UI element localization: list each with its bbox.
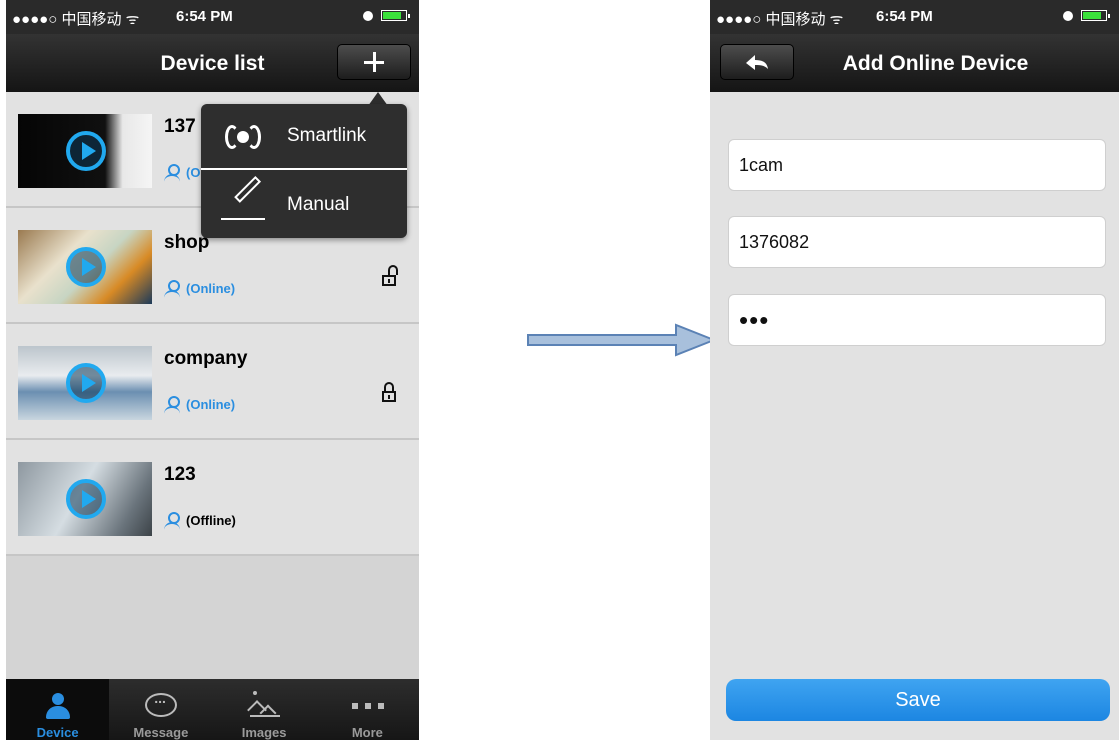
menu-item-label: Manual: [287, 194, 350, 215]
status-icons: [1063, 10, 1110, 21]
unlock-icon[interactable]: [382, 265, 398, 286]
status-text: (Offline): [186, 512, 236, 528]
page-title: Add Online Device: [842, 52, 1029, 75]
device-thumbnail[interactable]: [18, 346, 152, 420]
status-text: (Online): [186, 280, 236, 296]
user-icon: [164, 164, 180, 180]
user-icon: [164, 396, 180, 412]
add-device-popup-menu: Smartlink Manual: [201, 104, 407, 238]
tab-label: Images: [241, 725, 287, 740]
device-id-input[interactable]: [728, 216, 1106, 268]
device-status: (Offline): [164, 512, 236, 528]
chat-bubble-icon: [145, 690, 178, 717]
transition-arrow-icon: [527, 323, 716, 357]
add-device-screen: ●●●●○ 中国移动 ᯤ 6:54 PM Add Online Device S…: [710, 0, 1119, 740]
play-icon[interactable]: [66, 247, 106, 287]
device-name: company: [164, 348, 248, 369]
user-icon: [164, 280, 180, 296]
nav-bar: Add Online Device: [710, 34, 1119, 92]
menu-item-smartlink[interactable]: Smartlink: [201, 104, 407, 170]
device-thumbnail[interactable]: [18, 230, 152, 304]
nav-bar: Device list: [6, 34, 419, 92]
device-thumbnail[interactable]: [18, 114, 152, 188]
alarm-icon: [1063, 10, 1073, 21]
device-row-company[interactable]: company (Online): [6, 324, 419, 440]
save-button[interactable]: Save: [726, 679, 1110, 721]
tab-images[interactable]: Images: [213, 679, 316, 740]
tab-device[interactable]: Device: [6, 679, 110, 740]
status-icons: [363, 10, 410, 21]
play-icon[interactable]: [66, 131, 106, 171]
tab-more[interactable]: More: [316, 679, 419, 740]
tab-message[interactable]: Message: [109, 679, 212, 740]
carrier-label: ●●●●○ 中国移动 ᯤ: [716, 11, 844, 28]
password-input[interactable]: [728, 294, 1106, 346]
plus-icon: [364, 52, 384, 72]
tab-label: Device: [36, 725, 79, 740]
radio-waves-icon: [221, 123, 265, 151]
device-name: 137: [164, 116, 196, 137]
play-icon[interactable]: [66, 479, 106, 519]
more-dots-icon: [351, 703, 384, 709]
image-icon: [246, 691, 280, 722]
user-icon: [164, 512, 180, 528]
tab-label: Message: [133, 725, 189, 740]
alarm-icon: [363, 10, 373, 21]
carrier-label: ●●●●○ 中国移动 ᯤ: [12, 11, 140, 28]
device-status: (Online): [164, 396, 235, 412]
device-row-123[interactable]: 123 (Offline): [6, 440, 419, 556]
status-bar: ●●●●○ 中国移动 ᯤ 6:54 PM: [6, 0, 419, 34]
clock-time: 6:54 PM: [876, 8, 933, 25]
pencil-icon: [221, 175, 269, 220]
menu-item-label: Smartlink: [287, 125, 367, 146]
tab-bar: Device Message Images More: [6, 679, 419, 740]
play-icon[interactable]: [66, 363, 106, 403]
device-list-screen: ●●●●○ 中国移动 ᯤ 6:54 PM Device list 137 (On…: [6, 0, 419, 740]
lock-icon[interactable]: [382, 382, 396, 402]
device-status: (Online): [164, 280, 235, 296]
tab-label: More: [351, 725, 383, 740]
battery-icon: [1081, 10, 1110, 21]
device-name: 123: [164, 464, 196, 485]
clock-time: 6:54 PM: [176, 8, 233, 25]
menu-item-manual[interactable]: Manual: [201, 172, 407, 238]
status-text: (Online): [186, 396, 236, 412]
add-device-button[interactable]: [337, 44, 411, 80]
device-thumbnail[interactable]: [18, 462, 152, 536]
user-icon: [46, 693, 70, 719]
battery-icon: [381, 10, 410, 21]
status-bar: ●●●●○ 中国移动 ᯤ 6:54 PM: [710, 0, 1119, 34]
device-name-input[interactable]: [728, 139, 1106, 191]
